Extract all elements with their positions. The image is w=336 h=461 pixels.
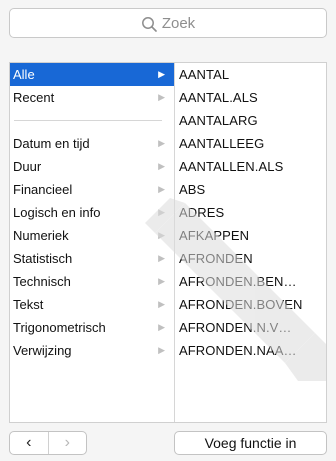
category-label: Financieel (13, 182, 73, 197)
next-button[interactable]: › (47, 432, 87, 454)
category-label: Statistisch (13, 251, 73, 266)
category-item[interactable]: Verwijzing ▶ (10, 339, 174, 362)
search-field[interactable]: Zoek (9, 8, 327, 38)
page-navigation: ‹ › (9, 431, 87, 455)
category-item[interactable]: Logisch en info ▶ (10, 201, 174, 224)
function-item[interactable]: AANTAL (175, 63, 326, 86)
function-item[interactable]: AANTALLEN.ALS (175, 155, 326, 178)
disclosure-arrow-icon: ▶ (158, 299, 165, 309)
function-item[interactable]: AFRONDEN.BEN… (175, 270, 326, 293)
category-item[interactable]: Duur ▶ (10, 155, 174, 178)
insert-function-button[interactable]: Voeg functie in (174, 431, 327, 455)
category-label: Recent (13, 90, 55, 105)
disclosure-arrow-icon: ▶ (158, 276, 165, 286)
function-item[interactable]: AANTALARG (175, 109, 326, 132)
disclosure-arrow-icon: ▶ (158, 230, 165, 240)
category-label: Logisch en info (13, 205, 101, 220)
disclosure-arrow-icon: ▶ (158, 207, 165, 217)
category-label: Numeriek (13, 228, 69, 243)
category-label: Datum en tijd (13, 136, 90, 151)
category-separator (10, 109, 174, 132)
category-item[interactable]: Numeriek ▶ (10, 224, 174, 247)
category-label: Alle (13, 67, 35, 82)
search-icon (141, 16, 158, 33)
category-item[interactable]: Tekst ▶ (10, 293, 174, 316)
category-item[interactable]: Alle ▶ (10, 63, 174, 86)
function-item[interactable]: ABS (175, 178, 326, 201)
function-item[interactable]: AFKAPPEN (175, 224, 326, 247)
disclosure-arrow-icon: ▶ (158, 253, 165, 263)
category-item[interactable]: Datum en tijd ▶ (10, 132, 174, 155)
function-item[interactable]: AANTAL.ALS (175, 86, 326, 109)
disclosure-arrow-icon: ▶ (158, 92, 165, 102)
disclosure-arrow-icon: ▶ (158, 138, 165, 148)
search-placeholder: Zoek (161, 14, 196, 32)
function-item[interactable]: AFRONDEN (175, 247, 326, 270)
category-item[interactable]: Statistisch ▶ (10, 247, 174, 270)
category-label: Technisch (13, 274, 71, 289)
category-item[interactable]: Recent ▶ (10, 86, 174, 109)
disclosure-arrow-icon: ▶ (158, 184, 165, 194)
previous-button[interactable]: ‹ (10, 432, 48, 454)
category-label: Tekst (13, 297, 44, 312)
function-item[interactable]: AFRONDEN.N.V… (175, 316, 326, 339)
category-label: Trigonometrisch (13, 320, 106, 335)
category-item[interactable]: Financieel ▶ (10, 178, 174, 201)
function-item[interactable]: AFRONDEN.NAA… (175, 339, 326, 362)
function-item[interactable]: AANTALLEEG (175, 132, 326, 155)
function-browser: Alle ▶ Recent ▶ Datum en tijd ▶ Duur ▶ Financiee… (9, 62, 327, 423)
disclosure-arrow-icon: ▶ (158, 161, 165, 171)
function-item[interactable]: ADRES (175, 201, 326, 224)
category-list: Alle ▶ Recent ▶ Datum en tijd ▶ Duur ▶ Financiee… (10, 63, 175, 422)
disclosure-arrow-icon: ▶ (158, 322, 165, 332)
function-item[interactable]: AFRONDEN.BOVEN (175, 293, 326, 316)
disclosure-arrow-icon: ▶ (158, 345, 165, 355)
category-item[interactable]: Trigonometrisch ▶ (10, 316, 174, 339)
category-item[interactable]: Technisch ▶ (10, 270, 174, 293)
disclosure-arrow-icon: ▶ (158, 69, 165, 79)
category-label: Duur (13, 159, 42, 174)
category-label: Verwijzing (13, 343, 72, 358)
function-list: AANTAL AANTAL.ALS AANTALARG AANTALLEEG AANTA… (175, 63, 326, 422)
